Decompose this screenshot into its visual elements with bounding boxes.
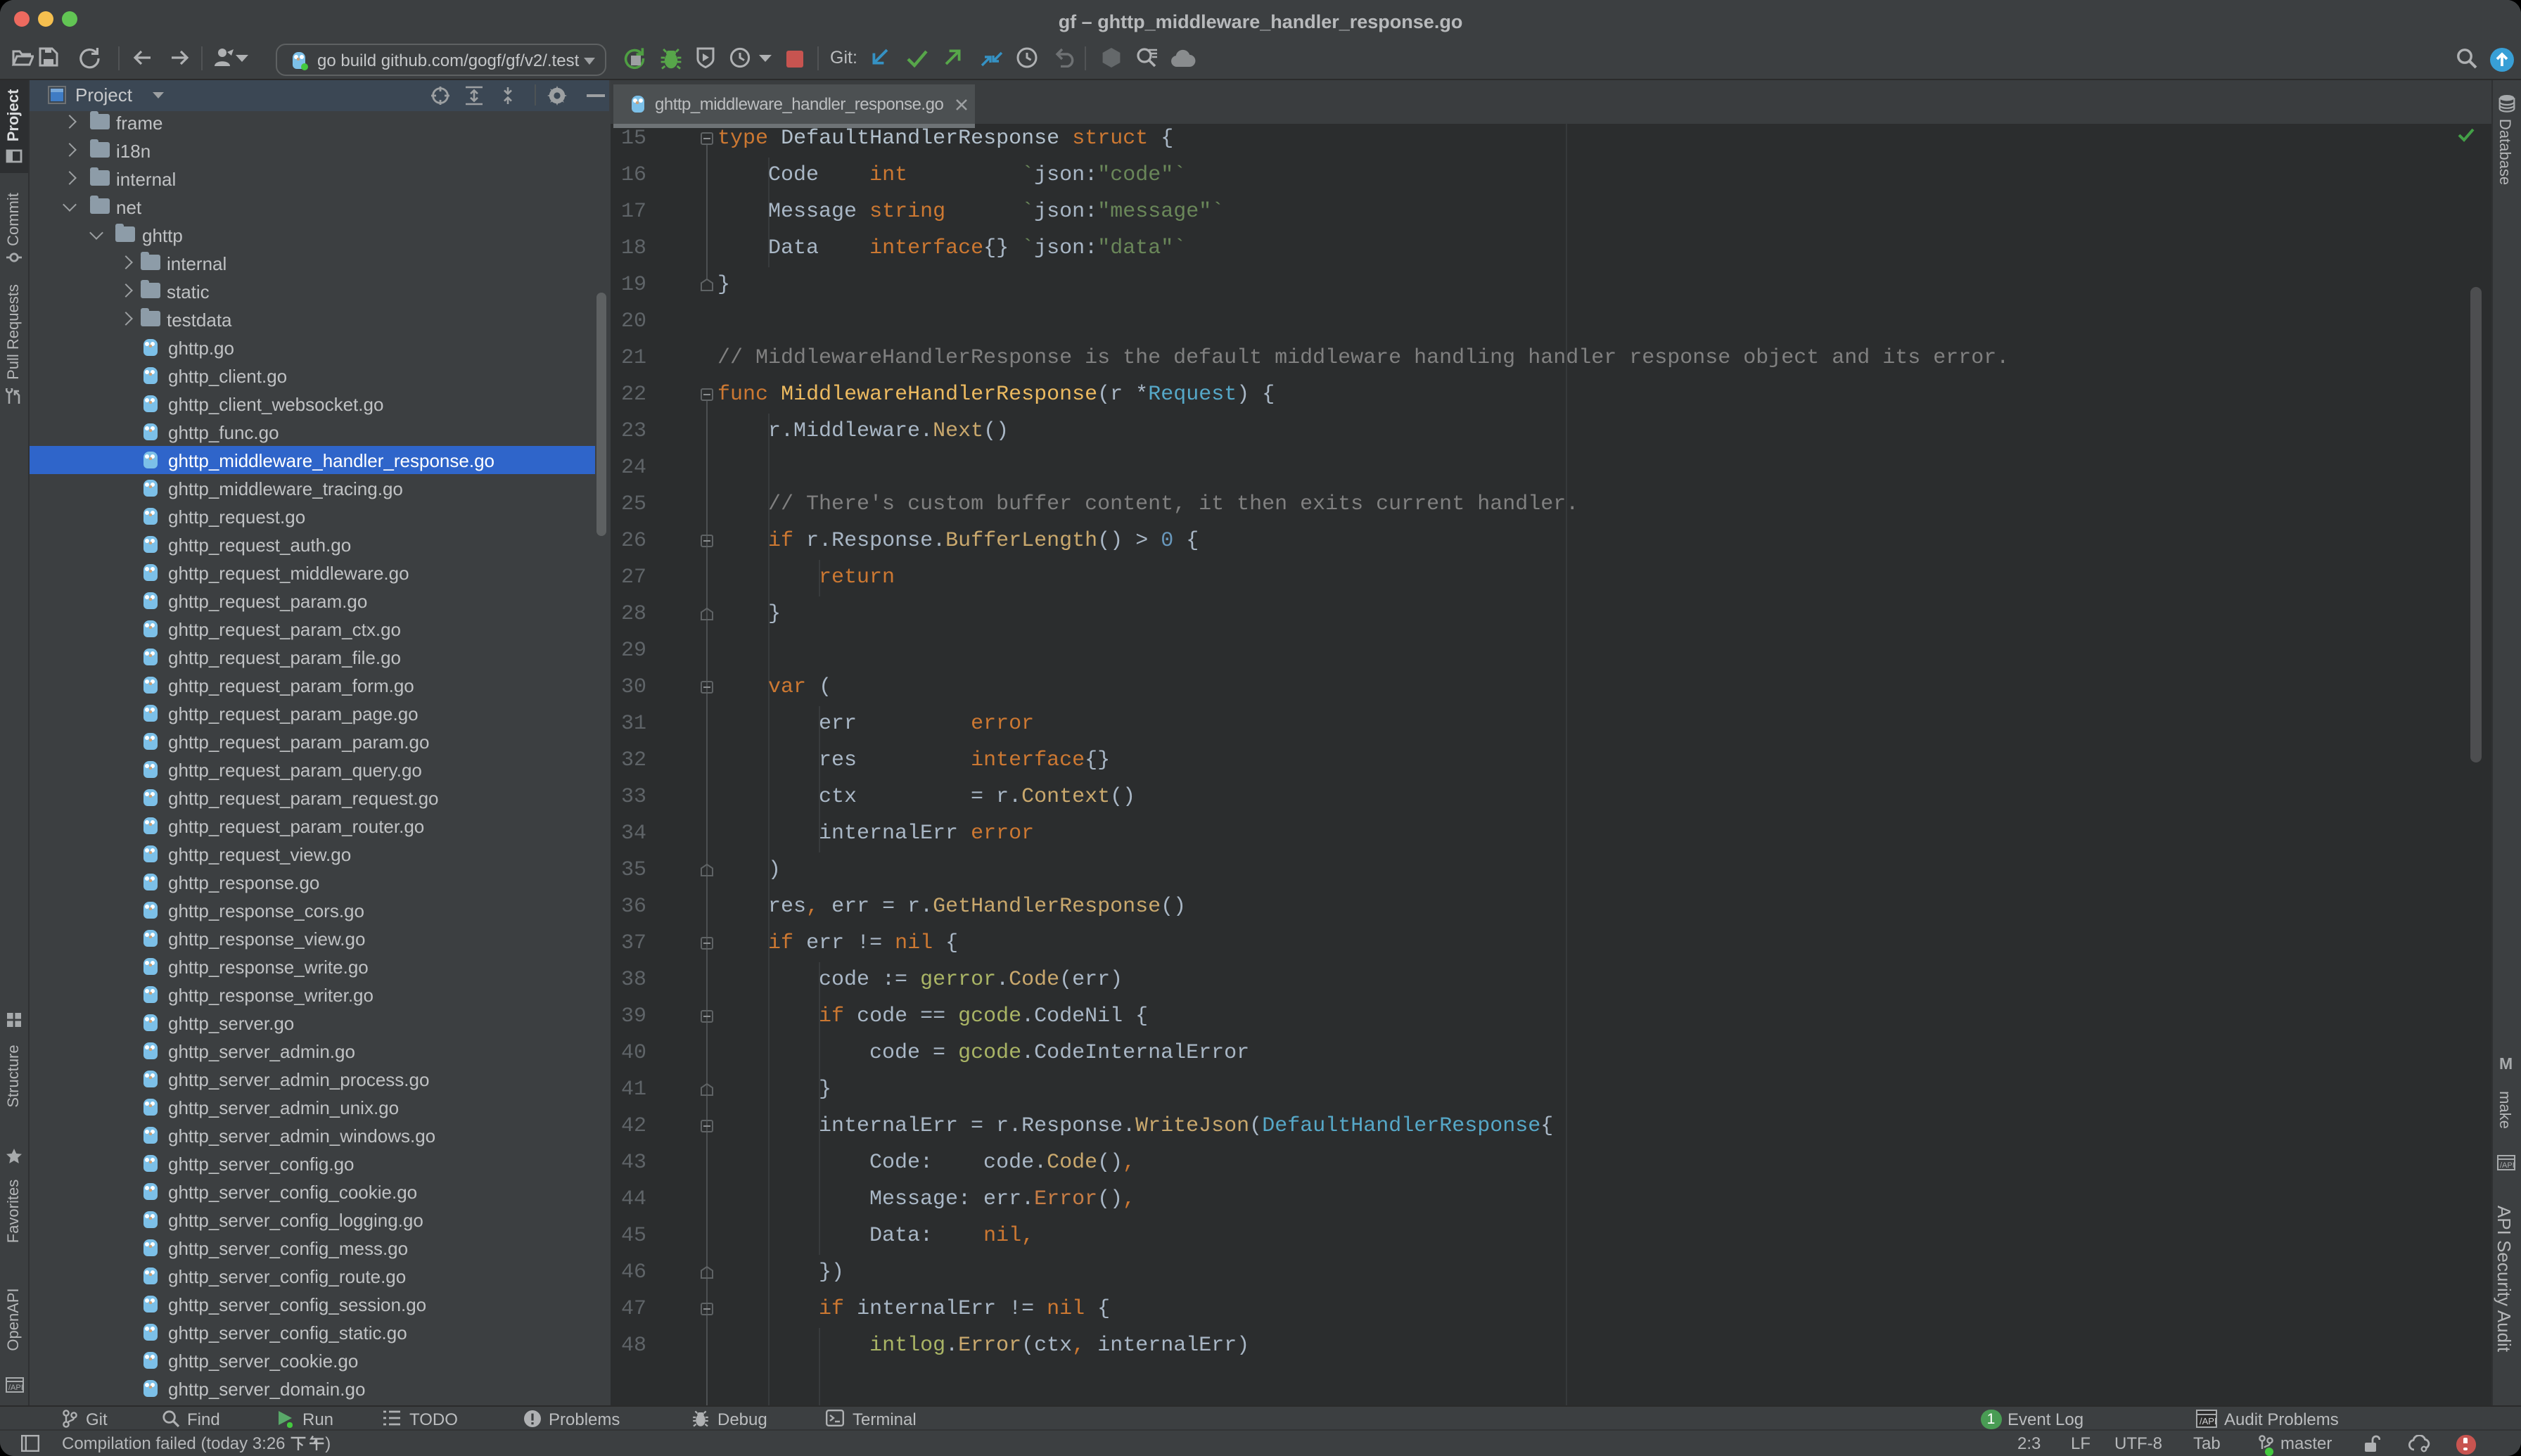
svg-text:/API: /API bbox=[2200, 1415, 2217, 1426]
svg-text:/API: /API bbox=[2500, 1161, 2515, 1170]
svg-text:/API: /API bbox=[8, 1384, 23, 1392]
